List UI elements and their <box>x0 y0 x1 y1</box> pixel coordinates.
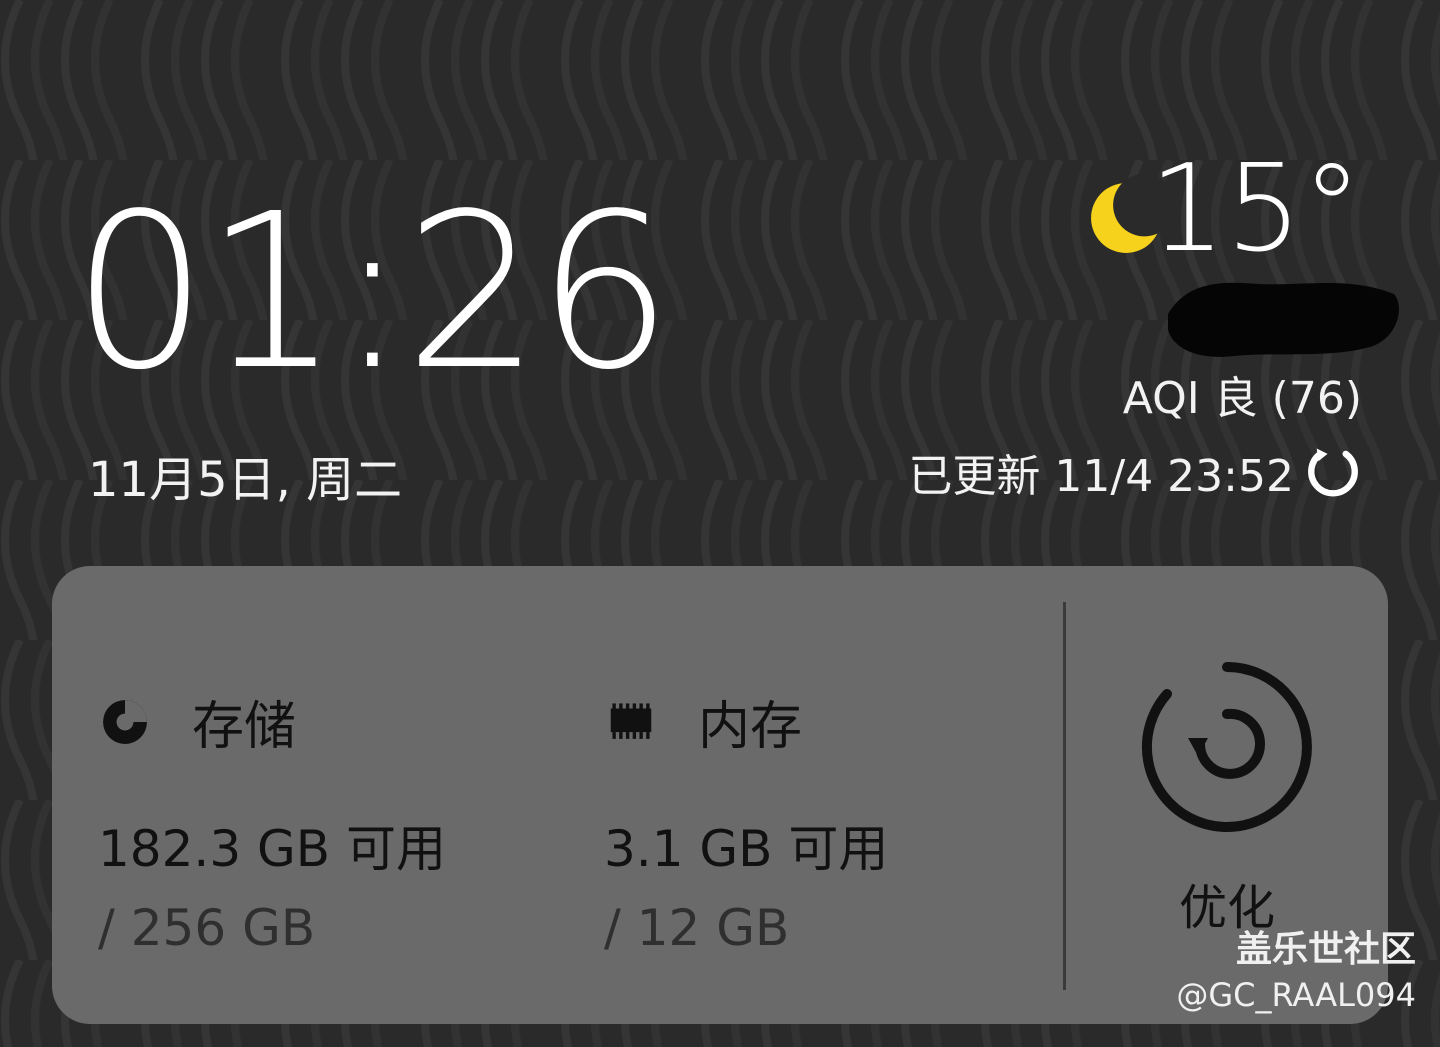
memory-total: / 12 GB <box>604 899 790 957</box>
memory-chip-icon <box>610 702 652 739</box>
weather-widget[interactable]: 15° AQI 良 (76) 已更新 11/4 23:52 <box>908 140 1399 510</box>
memory-value: 3.1 GB 可用 <box>604 820 889 878</box>
refresh-icon[interactable] <box>1304 443 1362 501</box>
optimize-button[interactable]: 优化 <box>1132 648 1322 936</box>
memory-metric[interactable]: 内存 3.1 GB 可用 / 12 GB <box>604 684 888 957</box>
watermark: 盖乐世社区 @GC_RAAL094 <box>1176 930 1416 1014</box>
watermark-main: 盖乐世社区 <box>1235 929 1416 970</box>
storage-metric[interactable]: 存储 182.3 GB 可用 / 256 GB <box>98 684 446 957</box>
updated-time: 已更新 11/4 23:52 <box>908 451 1294 502</box>
temperature: 15° <box>1149 140 1362 279</box>
weather-updated-row: 已更新 11/4 23:52 <box>908 440 1362 504</box>
clock-time: 01:26 <box>72 168 673 417</box>
storage-title: 存储 <box>192 697 297 757</box>
storage-total: / 256 GB <box>98 899 316 957</box>
redaction-mark <box>1168 282 1399 357</box>
aqi-status: AQI 良 (76) <box>1122 373 1362 424</box>
watermark-sub: @GC_RAAL094 <box>1176 975 1416 1014</box>
optimize-icon <box>1141 662 1312 832</box>
clock-date: 11月5日, 周二 <box>88 452 403 508</box>
storage-value: 182.3 GB 可用 <box>98 820 446 878</box>
card-divider <box>1063 602 1066 990</box>
memory-title: 内存 <box>698 697 803 757</box>
optimize-label: 优化 <box>1178 880 1275 936</box>
pie-chart-icon <box>103 699 147 744</box>
